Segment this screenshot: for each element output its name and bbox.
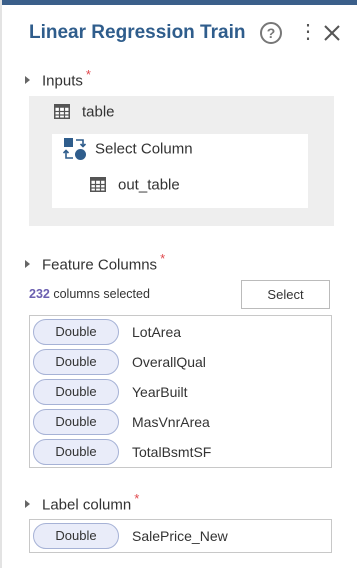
inputs-section-label: Inputs — [42, 72, 83, 90]
select-column-item[interactable]: Select Column — [62, 137, 193, 160]
label-column-section-toggle[interactable]: Label column * — [25, 491, 139, 516]
expand-caret-icon — [25, 259, 30, 268]
list-item[interactable]: Double MasVnrArea — [33, 409, 323, 435]
feature-columns-label: Feature Columns — [42, 256, 158, 274]
close-icon[interactable] — [321, 22, 343, 44]
list-item[interactable]: Double OverallQual — [33, 349, 323, 375]
list-item[interactable]: Double SalePrice_New — [33, 523, 323, 549]
label-column-label: Label column — [42, 496, 132, 514]
selected-count-suffix: columns selected — [53, 287, 150, 301]
panel-left-border — [0, 0, 2, 568]
column-type-pill: Double — [33, 523, 119, 549]
selected-count-number: 232 — [29, 287, 50, 301]
expand-caret-icon — [25, 75, 30, 84]
column-name: MasVnrArea — [132, 414, 210, 430]
feature-columns-section-toggle[interactable]: Feature Columns * — [25, 251, 165, 276]
column-type-pill: Double — [33, 379, 119, 405]
help-icon[interactable]: ? — [260, 22, 282, 44]
column-name: YearBuilt — [132, 384, 188, 400]
column-name: OverallQual — [132, 354, 206, 370]
feature-columns-list: Double LotArea Double OverallQual Double… — [29, 315, 332, 468]
table-icon — [90, 177, 106, 193]
output-table-item[interactable]: out_table — [90, 176, 180, 198]
select-columns-button[interactable]: Select — [241, 280, 330, 309]
top-accent-bar — [0, 0, 357, 5]
column-type-pill: Double — [33, 409, 119, 435]
input-table-label: table — [82, 103, 115, 121]
panel-header: Linear Regression Train ? ⋮ — [29, 22, 349, 48]
column-type-pill: Double — [33, 349, 119, 375]
column-name: TotalBsmtSF — [132, 444, 212, 460]
required-mark: * — [160, 251, 166, 266]
column-name: SalePrice_New — [132, 528, 228, 544]
input-table-item[interactable]: table — [54, 103, 115, 125]
column-name: LotArea — [132, 324, 182, 340]
column-type-pill: Double — [33, 319, 119, 345]
output-table-label: out_table — [118, 176, 180, 194]
required-mark: * — [134, 491, 140, 506]
expand-caret-icon — [25, 499, 30, 508]
panel-title: Linear Regression Train — [29, 22, 246, 43]
required-mark: * — [85, 67, 91, 82]
label-column-list: Double SalePrice_New — [29, 519, 332, 553]
columns-selected-count: 232 columns selected — [29, 287, 150, 301]
select-column-icon — [62, 138, 87, 160]
column-type-pill: Double — [33, 439, 119, 465]
list-item[interactable]: Double YearBuilt — [33, 379, 323, 405]
list-item[interactable]: Double LotArea — [33, 319, 323, 345]
select-column-label: Select Column — [95, 140, 193, 158]
table-icon — [54, 104, 70, 120]
inputs-section-toggle[interactable]: Inputs * — [25, 67, 91, 92]
list-item[interactable]: Double TotalBsmtSF — [33, 439, 323, 465]
more-options-icon[interactable]: ⋮ — [298, 22, 318, 44]
